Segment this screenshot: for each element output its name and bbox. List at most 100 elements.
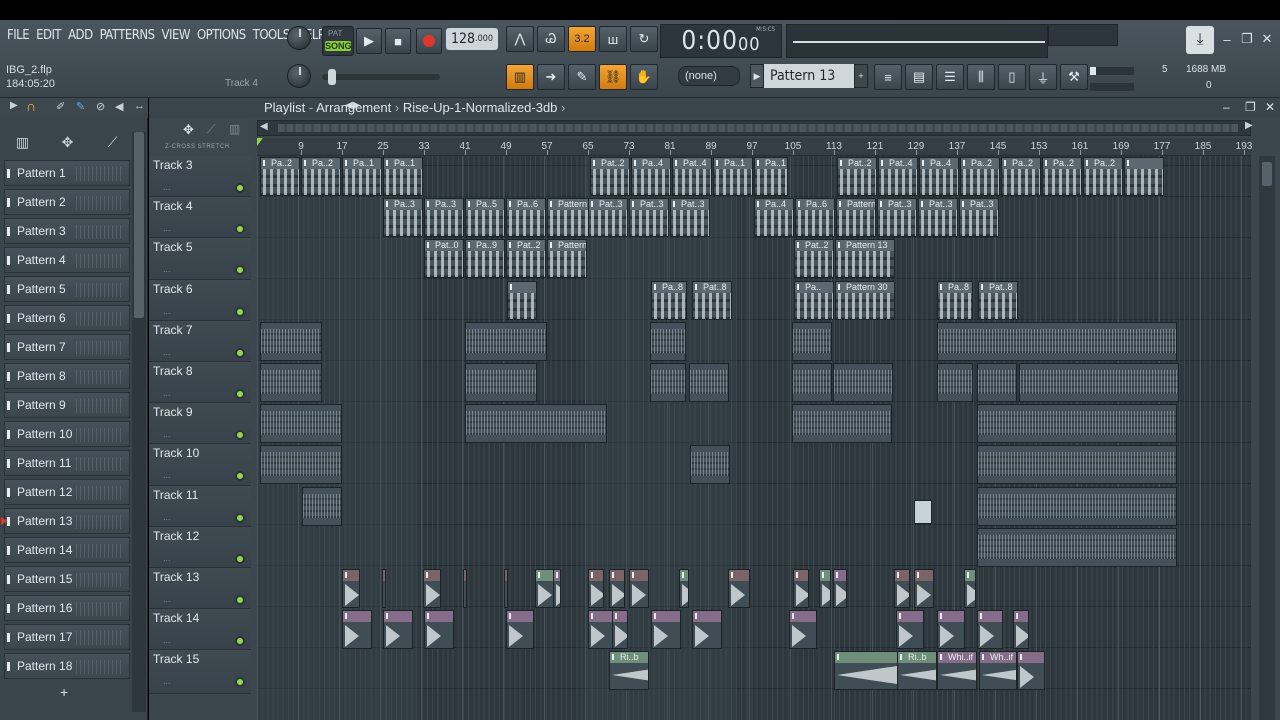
master-volume-knob[interactable]	[287, 26, 311, 50]
overview-right-icon[interactable]: ▶	[1245, 120, 1253, 131]
pattern-list-item[interactable]: Pattern 1	[4, 160, 130, 186]
record-button[interactable]	[416, 28, 442, 54]
pattern-clip[interactable]	[650, 321, 686, 361]
pattern-clip[interactable]: Pa..3	[383, 198, 423, 238]
audio-clip[interactable]: Wh..if	[979, 651, 1017, 691]
mixer-button[interactable]: ⫼	[967, 64, 995, 90]
snap-button[interactable]: 3.2	[568, 26, 596, 52]
add-pattern-button[interactable]: +	[854, 64, 868, 88]
pattern-clip[interactable]: Pa..4	[919, 157, 959, 196]
pattern-clip[interactable]: Pa..2	[1083, 157, 1123, 196]
pattern-clip[interactable]	[977, 363, 1017, 402]
typing-keyboard-button[interactable]: ✋	[630, 64, 658, 90]
audio-clip[interactable]	[588, 569, 604, 608]
audio-clip[interactable]	[382, 569, 386, 608]
close-button[interactable]: ✕	[1258, 30, 1276, 48]
pattern-clip[interactable]: Pat..3	[959, 198, 999, 238]
menu-patterns[interactable]: PATTERNS	[97, 28, 159, 43]
overview-left-icon[interactable]: ◀	[260, 121, 268, 132]
pattern-clip[interactable]: Pa..5	[465, 198, 505, 238]
pattern-clip[interactable]: Pat..3	[588, 198, 628, 238]
audio-clip[interactable]	[609, 569, 625, 608]
audio-clip[interactable]	[896, 610, 924, 650]
timeline-ruler[interactable]: 9 17 25 33 41 49 57 65 73 81 89 97 105 113 121 129 137 14…	[257, 138, 1252, 156]
pattern-list-item[interactable]: Pattern 10	[4, 421, 130, 447]
playlist-minimize-icon[interactable]: –	[1223, 100, 1230, 114]
tempo-display[interactable]: 128.000	[446, 28, 498, 50]
pattern-clip[interactable]: Pa..2	[1042, 157, 1082, 196]
pattern-clip[interactable]: Pa..1	[713, 157, 753, 196]
pattern-list-item[interactable]: Pattern 7	[4, 334, 130, 360]
pattern-clip[interactable]	[977, 445, 1177, 485]
playhead-marker[interactable]	[257, 138, 263, 146]
audio-clip[interactable]	[692, 610, 722, 650]
pattern-clip[interactable]	[833, 363, 893, 402]
audio-clip[interactable]	[679, 569, 689, 608]
pattern-clip[interactable]: Pa..3	[424, 198, 464, 238]
pattern-list-item[interactable]: Pattern 13	[1, 508, 130, 534]
pattern-clip[interactable]	[260, 404, 342, 444]
pattern-clip[interactable]	[937, 363, 973, 402]
audio-clip[interactable]	[914, 569, 934, 608]
audio-clip[interactable]	[793, 569, 809, 608]
pattern-clip[interactable]	[302, 486, 342, 526]
position-slider-thumb[interactable]	[328, 69, 336, 85]
pattern-clip[interactable]: Pat..3	[877, 198, 917, 238]
arrange-bars-icon[interactable]: ▥	[229, 122, 240, 136]
track-mute-led[interactable]	[235, 430, 245, 441]
track-options-dots[interactable]: ...	[163, 553, 171, 563]
brush-icon[interactable]: ✐	[56, 100, 65, 113]
audio-clip[interactable]	[383, 610, 413, 650]
pattern-clip[interactable]: Pa..2	[960, 157, 1000, 196]
playlist-close-icon[interactable]: ✕	[1265, 100, 1275, 114]
pattern-clip[interactable]	[977, 527, 1177, 567]
track-options-dots[interactable]: ...	[163, 388, 171, 398]
pattern-clip-icon[interactable]: ✥	[45, 134, 90, 151]
minimize-button[interactable]: –	[1218, 30, 1236, 48]
pattern-clip[interactable]: Pa..2	[1001, 157, 1041, 196]
pattern-clip[interactable]	[792, 404, 892, 444]
track-mute-led[interactable]	[235, 306, 245, 317]
time-display[interactable]: 0:00 00 M:S:CS	[660, 24, 782, 58]
pattern-list-item[interactable]: Pattern 6	[4, 305, 130, 331]
pattern-clip[interactable]: Pa..4	[631, 157, 671, 196]
wait-input-button[interactable]: Ꮚ	[537, 26, 565, 52]
pattern-clip[interactable]: Pattern 13	[547, 239, 587, 279]
blend-notes-button[interactable]: ш	[599, 26, 627, 52]
audio-clip[interactable]	[937, 610, 965, 650]
playlist-vertical-scrollbar[interactable]	[1259, 156, 1275, 720]
track-header[interactable]: Track 10...	[149, 444, 251, 486]
track-options-dots[interactable]: ...	[163, 264, 171, 274]
pattern-list-item[interactable]: Pattern 12	[4, 479, 130, 505]
menu-edit[interactable]: EDIT	[33, 28, 65, 43]
pattern-clip[interactable]: Pat..0	[424, 239, 464, 279]
slip-tool-icon[interactable]: ↔	[134, 100, 145, 112]
track-header[interactable]: Track 13...	[149, 568, 251, 610]
pattern-list-item[interactable]: Pattern 17	[4, 624, 130, 650]
pattern-clip[interactable]	[977, 404, 1177, 444]
audio-clip[interactable]	[342, 610, 372, 650]
delete-tool-icon[interactable]: ⊘	[96, 100, 105, 113]
track-mute-led[interactable]	[235, 183, 245, 193]
loop-record-button[interactable]: ↻	[630, 26, 658, 52]
audio-clip[interactable]	[463, 569, 467, 608]
track-mute-led[interactable]	[235, 224, 245, 235]
track-mute-led[interactable]	[235, 553, 245, 564]
pattern-clip[interactable]	[689, 363, 729, 402]
track-options-dots[interactable]: ...	[163, 306, 171, 316]
pattern-clip[interactable]	[465, 404, 607, 444]
track-mute-led[interactable]	[235, 677, 245, 688]
browser-scrollbar[interactable]	[132, 132, 146, 712]
master-pitch-knob[interactable]	[287, 64, 311, 88]
pattern-list-item[interactable]: Pattern 4	[4, 247, 130, 273]
track-mute-led[interactable]	[235, 512, 245, 523]
pattern-list-item[interactable]: Pattern 15	[4, 566, 130, 592]
pattern-clip[interactable]: Pa..9	[465, 239, 505, 279]
pattern-clip[interactable]: Pattern 7	[836, 198, 876, 238]
browser-button[interactable]: ▯	[998, 64, 1026, 90]
track-mute-led[interactable]	[235, 636, 245, 647]
track-options-dots[interactable]: ...	[163, 676, 171, 686]
pattern-clip[interactable]: Pat..3	[670, 198, 710, 238]
track-options-dots[interactable]: ...	[163, 223, 171, 233]
audio-clip[interactable]	[629, 569, 649, 608]
